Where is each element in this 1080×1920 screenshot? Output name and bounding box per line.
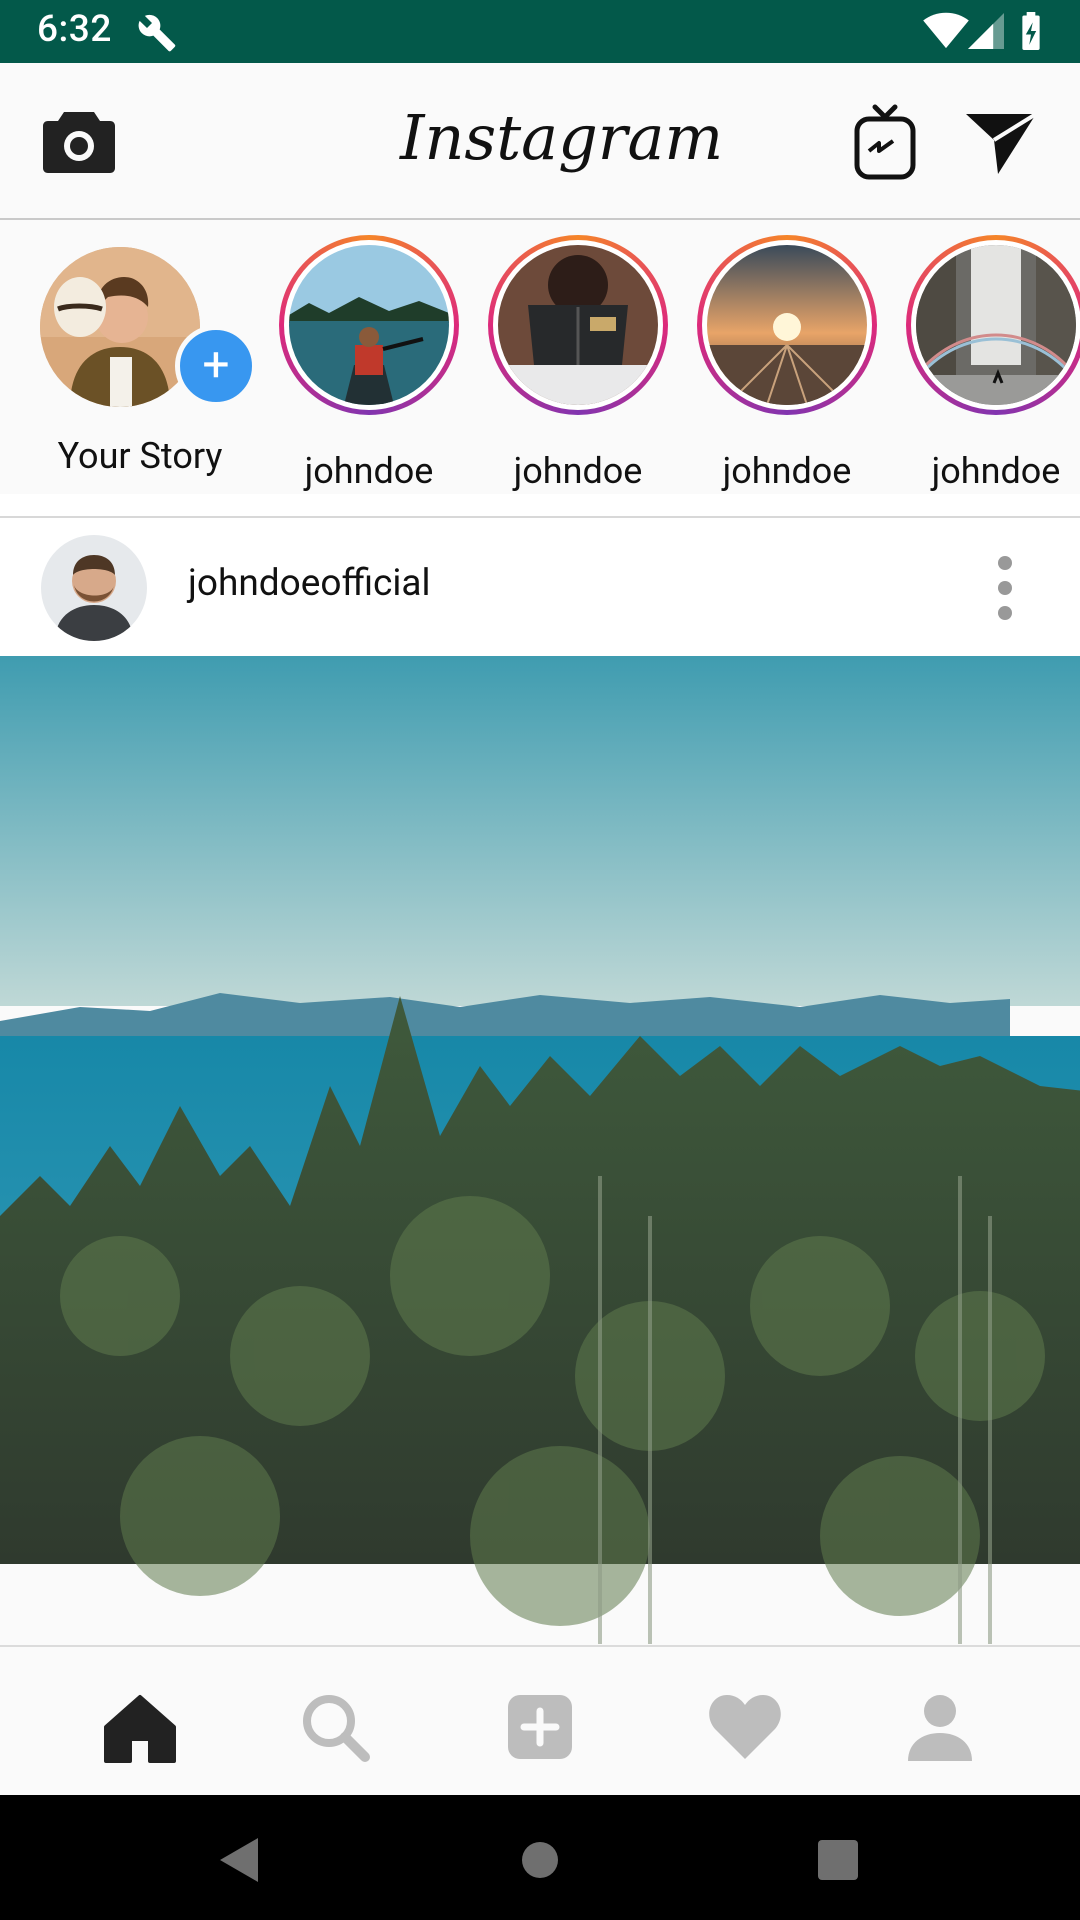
cell-signal-icon bbox=[968, 13, 1004, 49]
story-avatar bbox=[498, 245, 658, 405]
battery-icon bbox=[1022, 12, 1040, 50]
story-item[interactable]: johndoe bbox=[901, 235, 1080, 492]
story-item[interactable]: johndoe bbox=[483, 235, 673, 492]
post-header: johndoeofficial bbox=[0, 518, 1080, 656]
divider bbox=[0, 494, 1080, 518]
post-author-username[interactable]: johndoeofficial bbox=[188, 562, 431, 605]
story-ring bbox=[279, 235, 459, 415]
story-ring bbox=[488, 235, 668, 415]
story-username: johndoe bbox=[304, 450, 434, 492]
recents-icon[interactable] bbox=[808, 1830, 868, 1890]
story-avatar bbox=[707, 245, 867, 405]
app-header: Instagram bbox=[0, 63, 1080, 220]
activity-heart-icon[interactable] bbox=[705, 1687, 785, 1767]
search-icon[interactable] bbox=[295, 1687, 375, 1767]
status-time: 6:32 bbox=[37, 8, 112, 51]
bottom-navigation bbox=[0, 1645, 1080, 1795]
stories-tray: + Your Story johndoe johndoe johndoe joh… bbox=[0, 220, 1080, 494]
story-username: johndoe bbox=[722, 450, 852, 492]
add-story-button[interactable]: + bbox=[175, 325, 257, 407]
home-icon[interactable] bbox=[100, 1687, 180, 1767]
your-story-avatar bbox=[40, 247, 200, 407]
story-item[interactable]: johndoe bbox=[274, 235, 464, 492]
more-options-icon[interactable] bbox=[990, 548, 1020, 628]
post-image[interactable] bbox=[0, 656, 1080, 1644]
story-ring bbox=[697, 235, 877, 415]
story-avatar bbox=[916, 245, 1076, 405]
your-story-label: Your Story bbox=[57, 435, 223, 477]
system-navigation-bar bbox=[0, 1795, 1080, 1920]
story-username: johndoe bbox=[513, 450, 643, 492]
igtv-icon[interactable] bbox=[853, 103, 917, 183]
story-username: johndoe bbox=[931, 450, 1061, 492]
wrench-icon bbox=[138, 14, 176, 52]
post-author-avatar[interactable] bbox=[41, 535, 147, 641]
add-post-icon[interactable] bbox=[500, 1687, 580, 1767]
profile-icon[interactable] bbox=[900, 1687, 980, 1767]
story-avatar bbox=[289, 245, 449, 405]
direct-message-icon[interactable] bbox=[964, 108, 1038, 178]
camera-icon[interactable] bbox=[42, 108, 116, 174]
home-circle-icon[interactable] bbox=[510, 1830, 570, 1890]
instagram-logo: Instagram bbox=[400, 101, 724, 174]
status-bar: 6:32 bbox=[0, 0, 1080, 63]
wifi-icon bbox=[923, 12, 969, 49]
your-story[interactable]: + Your Story bbox=[0, 220, 260, 494]
story-item[interactable]: johndoe bbox=[692, 235, 882, 492]
story-ring bbox=[906, 235, 1080, 415]
back-icon[interactable] bbox=[210, 1830, 270, 1890]
